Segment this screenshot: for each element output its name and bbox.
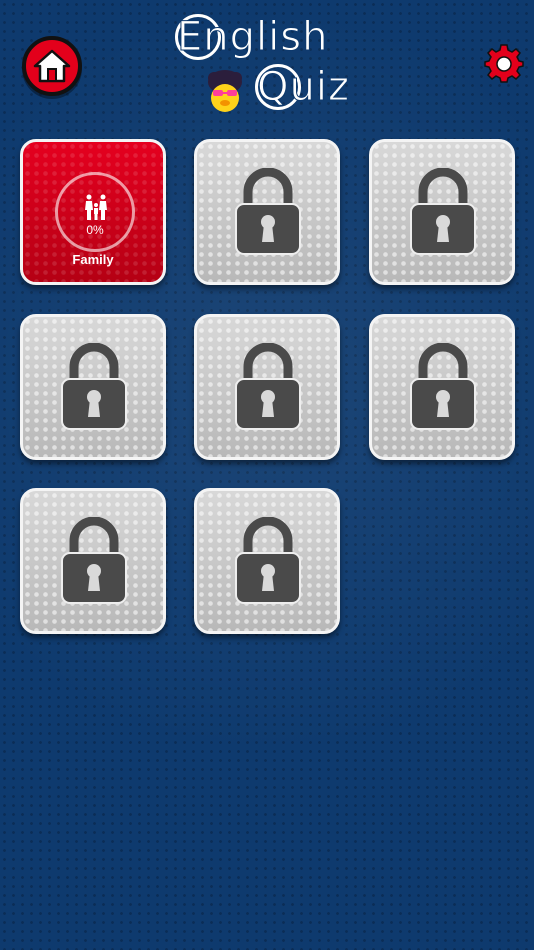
lock-icon — [235, 343, 301, 430]
home-icon — [33, 49, 71, 83]
family-icon — [85, 194, 107, 220]
lock-icon — [410, 168, 476, 255]
category-label: Family — [72, 252, 114, 267]
lock-icon — [410, 343, 476, 430]
lock-icon — [235, 168, 301, 255]
category-tile-locked[interactable] — [20, 488, 166, 634]
lock-icon — [61, 517, 127, 604]
category-tile-family[interactable]: 0% Family — [20, 139, 166, 285]
category-tile-locked[interactable] — [194, 488, 340, 634]
app-logo: English Quiz — [175, 10, 370, 118]
category-tile-locked[interactable] — [194, 314, 340, 460]
category-tile-locked[interactable] — [369, 314, 515, 460]
logo-text-english: English — [176, 14, 329, 61]
progress-ring: 0% — [55, 172, 135, 252]
mascot-icon — [208, 70, 242, 112]
category-tile-locked[interactable] — [369, 139, 515, 285]
home-button[interactable] — [22, 36, 82, 96]
logo-text-quiz: Quiz — [257, 64, 350, 111]
progress-percent: 0% — [86, 223, 104, 237]
settings-button[interactable] — [484, 43, 524, 83]
lock-icon — [61, 343, 127, 430]
category-tile-locked[interactable] — [194, 139, 340, 285]
gear-icon — [484, 44, 524, 83]
category-tile-locked[interactable] — [20, 314, 166, 460]
lock-icon — [235, 517, 301, 604]
